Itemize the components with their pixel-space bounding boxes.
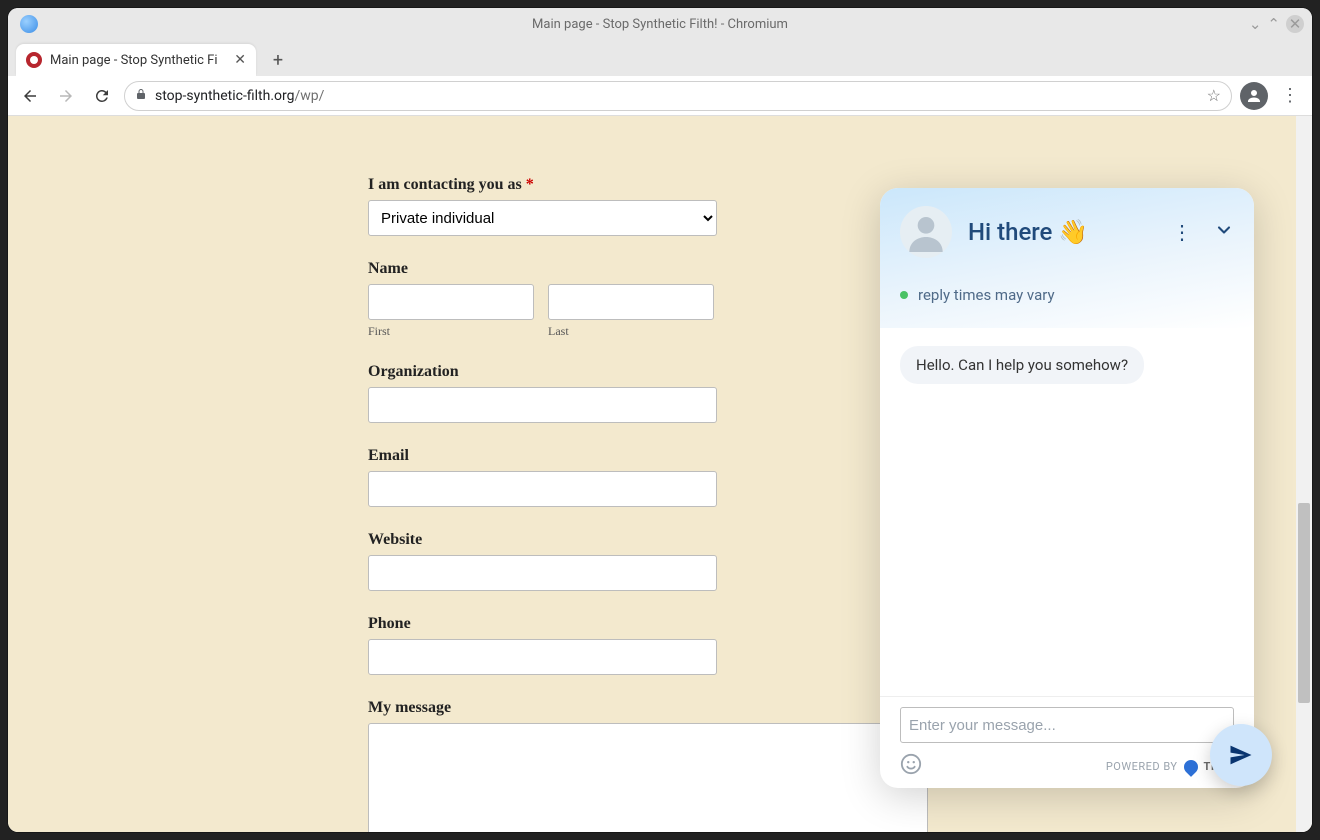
window-titlebar: Main page - Stop Synthetic Filth! - Chro… [8, 8, 1312, 40]
first-name-input[interactable] [368, 284, 534, 320]
first-sublabel: First [368, 324, 534, 339]
last-name-input[interactable] [548, 284, 714, 320]
new-tab-button[interactable]: + [264, 46, 292, 74]
phone-input[interactable] [368, 639, 717, 675]
profile-avatar[interactable] [1240, 82, 1268, 110]
tabstrip: Main page - Stop Synthetic Fi ✕ + [8, 40, 1312, 76]
tidio-logo-icon [1181, 757, 1201, 777]
reload-icon [93, 87, 111, 105]
browser-toolbar: stop-synthetic-filth.org/wp/ ☆ ⋮ [8, 76, 1312, 116]
organization-input[interactable] [368, 387, 717, 423]
omnibox[interactable]: stop-synthetic-filth.org/wp/ ☆ [124, 81, 1232, 111]
reload-button[interactable] [88, 82, 116, 110]
send-icon [1227, 741, 1255, 769]
page-content: I am contacting you as * Private individ… [8, 116, 1312, 832]
website-label: Website [368, 531, 928, 549]
emoji-picker-icon[interactable] [900, 753, 922, 780]
email-label: Email [368, 447, 928, 465]
website-input[interactable] [368, 555, 717, 591]
last-sublabel: Last [548, 324, 714, 339]
window-close-icon[interactable]: ✕ [1286, 15, 1304, 33]
arrow-left-icon [21, 87, 39, 105]
chat-options-icon[interactable]: ⋮ [1172, 220, 1192, 244]
contact-form: I am contacting you as * Private individ… [368, 176, 928, 832]
window-minimize-icon[interactable]: ⌄ [1249, 15, 1262, 33]
chat-body: Hello. Can I help you somehow? [880, 328, 1254, 696]
status-dot-icon [900, 291, 908, 299]
arrow-right-icon [57, 87, 75, 105]
tab-favicon-icon [26, 52, 42, 68]
back-button[interactable] [16, 82, 44, 110]
bookmark-star-icon[interactable]: ☆ [1207, 86, 1221, 105]
chat-widget: Hi there 👋 ⋮ reply times may vary [880, 188, 1254, 788]
tab-title: Main page - Stop Synthetic Fi [50, 53, 226, 68]
chat-send-button[interactable] [1210, 724, 1272, 786]
chat-input[interactable] [900, 707, 1234, 743]
chat-title: Hi there 👋 [968, 218, 1156, 246]
window-maximize-icon[interactable]: ⌃ [1267, 15, 1280, 33]
chat-avatar-icon [900, 206, 952, 258]
url-host: stop-synthetic-filth.org [155, 88, 294, 104]
chromium-app-icon [20, 15, 38, 33]
message-textarea[interactable] [368, 723, 928, 832]
person-icon [1245, 87, 1263, 105]
chat-header: Hi there 👋 ⋮ reply times may vary [880, 188, 1254, 328]
url-path: /wp/ [294, 88, 324, 104]
organization-label: Organization [368, 363, 928, 381]
vertical-scrollbar[interactable] [1296, 116, 1312, 832]
contacting-as-label: I am contacting you as * [368, 176, 928, 194]
scrollbar-thumb[interactable] [1298, 503, 1310, 703]
chat-status-text: reply times may vary [918, 286, 1055, 304]
required-asterisk: * [526, 176, 534, 193]
message-label: My message [368, 699, 928, 717]
chat-footer: POWERED BY TIDIO [880, 696, 1254, 788]
browser-menu-button[interactable]: ⋮ [1276, 85, 1304, 106]
tab-close-icon[interactable]: ✕ [234, 52, 246, 68]
chat-collapse-icon[interactable] [1214, 220, 1234, 244]
browser-tab[interactable]: Main page - Stop Synthetic Fi ✕ [16, 44, 256, 76]
wave-emoji-icon: 👋 [1058, 218, 1088, 246]
chat-message-bubble: Hello. Can I help you somehow? [900, 346, 1144, 384]
window-title: Main page - Stop Synthetic Filth! - Chro… [532, 17, 788, 32]
contacting-as-select[interactable]: Private individual [368, 200, 717, 236]
lock-icon [135, 87, 147, 104]
name-label: Name [368, 260, 928, 278]
email-input[interactable] [368, 471, 717, 507]
forward-button[interactable] [52, 82, 80, 110]
phone-label: Phone [368, 615, 928, 633]
